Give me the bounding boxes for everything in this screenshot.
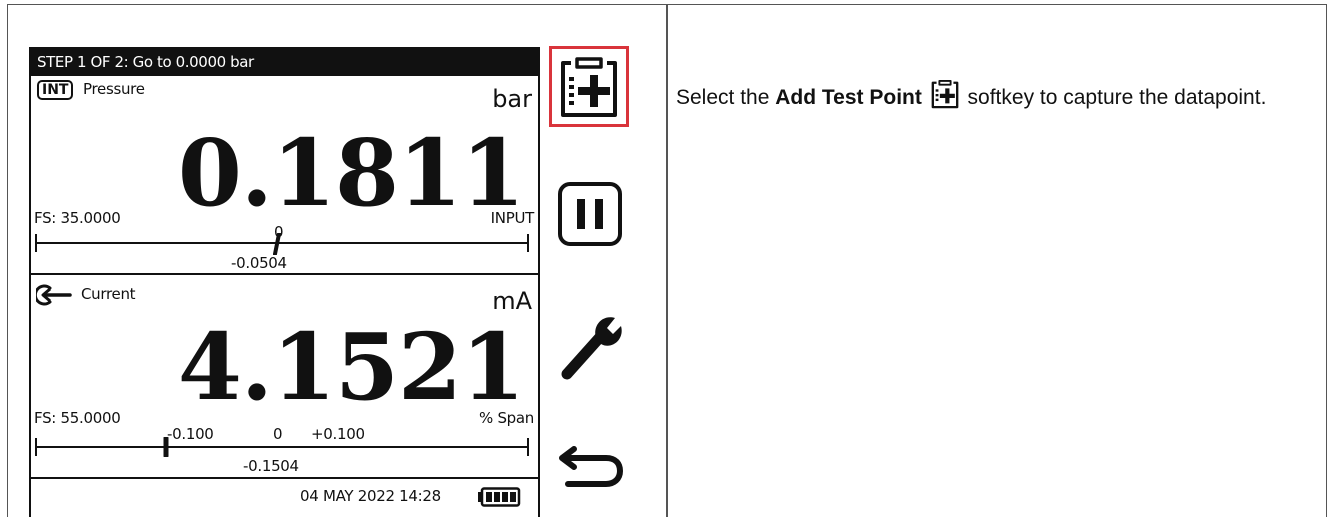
current-scale-left: -0.100: [167, 425, 214, 443]
device-screen: STEP 1 OF 2: Go to 0.0000 bar INT Pressu…: [29, 47, 540, 517]
current-scale-bar: [35, 446, 529, 448]
int-badge: INT: [37, 80, 74, 100]
wrench-icon[interactable]: [557, 310, 627, 382]
pressure-unit: bar: [492, 85, 532, 113]
pause-button[interactable]: [557, 181, 623, 247]
battery-full-icon: [478, 487, 521, 507]
pressure-mode-label: INPUT: [490, 209, 535, 227]
table-column-divider: [666, 4, 668, 517]
pressure-scale-left-tick: [35, 234, 37, 252]
current-scale-right-tick: [527, 438, 529, 456]
add-test-point-icon[interactable]: [557, 53, 621, 121]
pressure-scale-marker: [273, 233, 281, 255]
current-fs-label: FS: 55.0000: [34, 409, 121, 427]
current-scale-reading: -0.1504: [243, 457, 299, 475]
section-divider: [31, 273, 538, 275]
status-bar-divider: [31, 477, 538, 479]
current-value: 4.1521: [177, 313, 525, 421]
current-label: Current: [81, 285, 136, 303]
current-input-icon: [36, 284, 72, 306]
current-span-label: % Span: [479, 409, 534, 427]
status-datetime: 04 MAY 2022 14:28: [300, 487, 441, 505]
current-scale-center: 0: [273, 425, 283, 443]
current-scale-marker: [163, 437, 169, 457]
add-test-point-inline-icon: [931, 79, 959, 109]
current-unit: mA: [492, 287, 532, 315]
pressure-value: 0.1811: [177, 119, 525, 227]
step-title-bar: STEP 1 OF 2: Go to 0.0000 bar: [31, 49, 538, 76]
pressure-scale-right-tick: [527, 234, 529, 252]
pressure-label: Pressure: [83, 80, 145, 98]
instruction-bold: Add Test Point: [775, 86, 922, 109]
pressure-scale-reading: -0.0504: [231, 254, 287, 272]
back-arrow-icon[interactable]: [554, 446, 626, 494]
instruction-text: Select the Add Test Point softkey to cap…: [676, 78, 1324, 113]
current-scale-left-tick: [35, 438, 37, 456]
instruction-prefix: Select the: [676, 86, 770, 109]
current-scale-right: +0.100: [311, 425, 365, 443]
instruction-suffix: softkey to capture the datapoint.: [967, 86, 1267, 109]
pressure-fs-label: FS: 35.0000: [34, 209, 121, 227]
